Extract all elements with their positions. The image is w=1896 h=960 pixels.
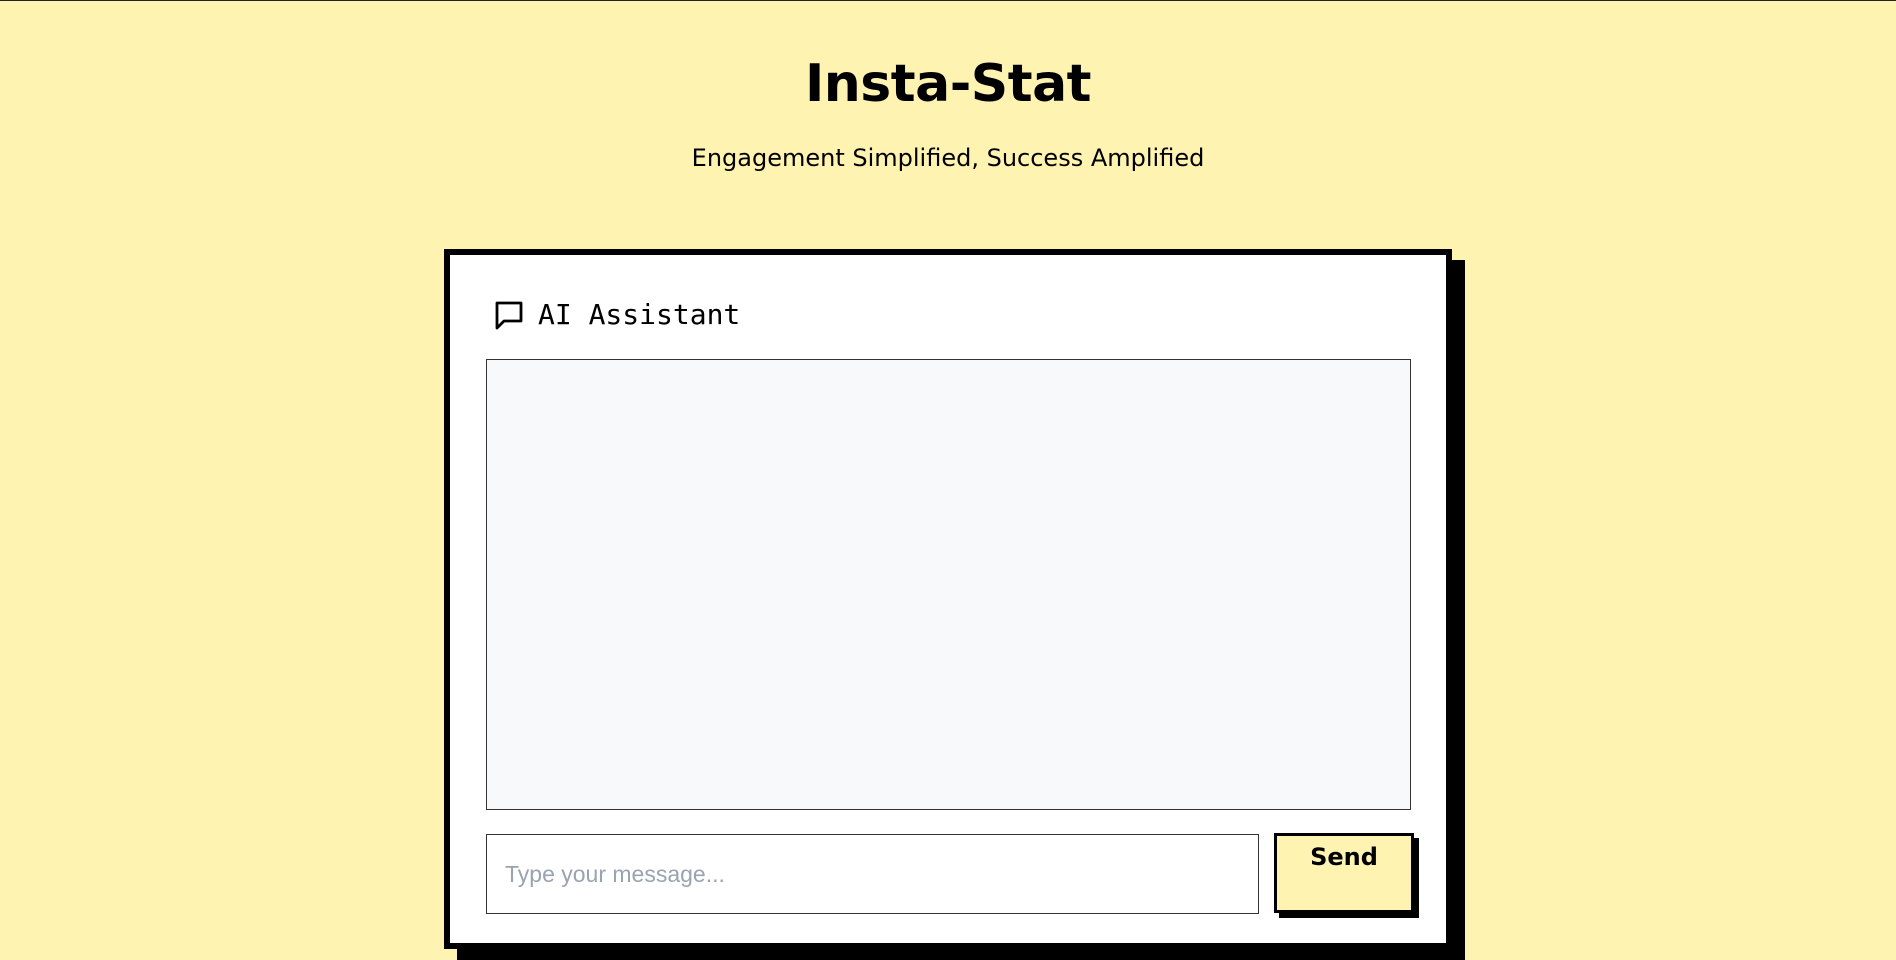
chat-message-area[interactable] bbox=[486, 359, 1411, 810]
ai-assistant-card: AI Assistant Send bbox=[444, 249, 1452, 949]
app-subtitle: Engagement Simplified, Success Amplified bbox=[691, 144, 1205, 172]
message-input[interactable] bbox=[486, 834, 1259, 914]
app-title: Insta-Stat bbox=[804, 54, 1092, 114]
card-title: AI Assistant bbox=[538, 298, 741, 331]
chat-bubble-icon bbox=[492, 298, 526, 332]
send-button[interactable]: Send bbox=[1274, 833, 1414, 913]
card-header: AI Assistant bbox=[492, 295, 740, 335]
